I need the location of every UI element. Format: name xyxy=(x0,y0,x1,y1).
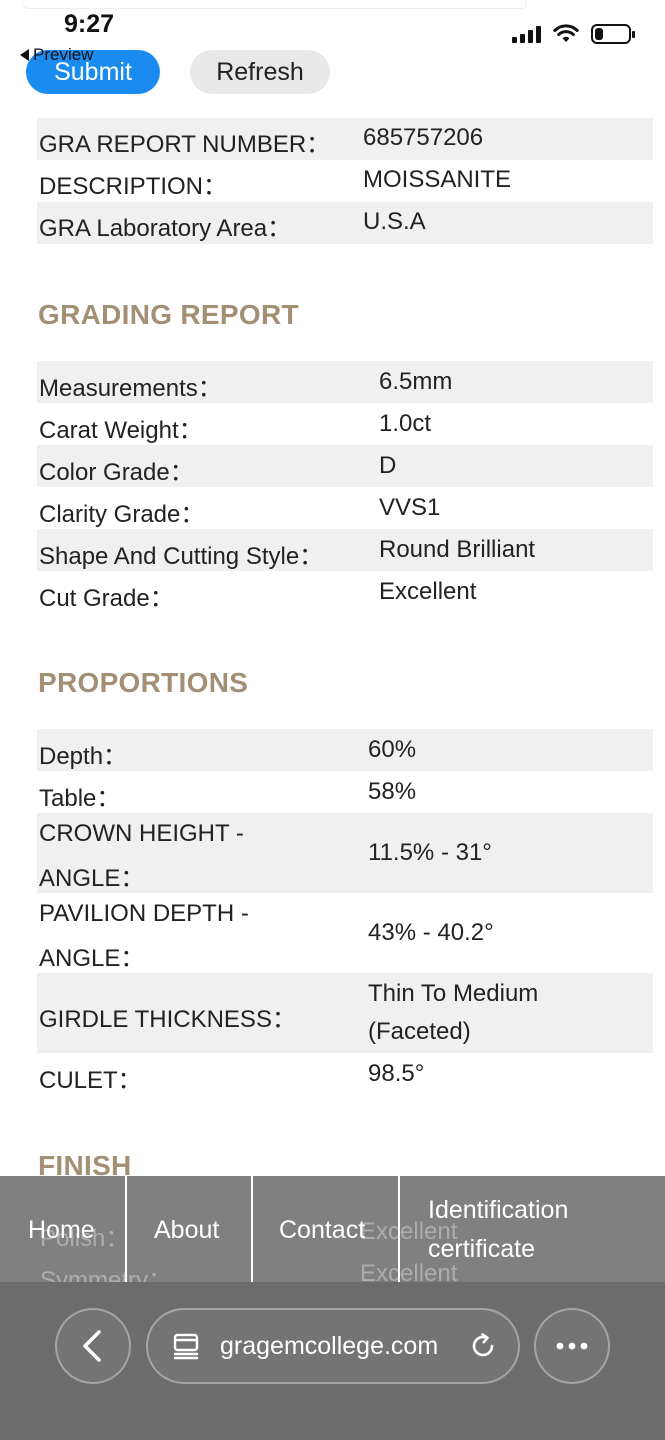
report-info-table: GRA REPORT NUMBER： 685757206 DESCRIPTION… xyxy=(37,118,653,244)
row-label: Color Grade： xyxy=(39,459,194,486)
grading-report-table: Measurements： 6.5mm Carat Weight： 1.0ct … xyxy=(37,361,653,613)
nav-home-label: Home xyxy=(28,1216,95,1244)
status-bar: 9:27 xyxy=(0,0,665,50)
row-value: 43% - 40.2° xyxy=(368,919,494,946)
refresh-button[interactable]: Refresh xyxy=(190,50,330,94)
row-value: 58% xyxy=(368,778,417,805)
nav-about-link[interactable]: About xyxy=(154,1176,250,1282)
browser-more-button[interactable] xyxy=(534,1308,610,1384)
tab-overview-icon xyxy=(173,1333,199,1360)
chevron-left-icon xyxy=(83,1330,101,1362)
grading-report-title: GRADING REPORT xyxy=(38,299,299,330)
table-row: CROWN HEIGHT - ANGLE： 11.5% - 31° xyxy=(37,813,653,893)
row-value: U.S.A xyxy=(363,208,426,235)
row-value: 6.5mm xyxy=(379,368,453,395)
row-label: CULET： xyxy=(39,1067,142,1094)
table-row: Carat Weight： 1.0ct xyxy=(37,403,653,445)
row-label-line1: PAVILION DEPTH - xyxy=(39,900,249,927)
status-time: 9:27 xyxy=(64,10,115,38)
row-label: Carat Weight： xyxy=(39,417,203,444)
row-label: Clarity Grade： xyxy=(39,501,205,528)
battery-level xyxy=(595,28,603,40)
row-value: 60% xyxy=(368,736,417,763)
proportions-title: PROPORTIONS xyxy=(38,667,249,698)
reload-icon[interactable] xyxy=(468,1331,498,1361)
nav-divider xyxy=(398,1176,400,1282)
table-row: Cut Grade： Excellent xyxy=(37,571,653,613)
table-row: CULET： 98.5° xyxy=(37,1053,653,1095)
table-row: Depth： 60% xyxy=(37,729,653,771)
row-value: 11.5% - 31° xyxy=(368,839,492,866)
proportions-table: Depth： 60% Table： 58% CROWN HEIGHT - ANG… xyxy=(37,729,653,1095)
cellular-signal-icon xyxy=(512,25,541,43)
nav-contact-link[interactable]: Contact xyxy=(279,1176,397,1282)
row-label: GRA REPORT NUMBER： xyxy=(39,131,331,158)
site-bottom-nav: Polish： Excellent Symmetry： Excellent Ho… xyxy=(0,1176,665,1294)
table-row: Table： 58% xyxy=(37,771,653,813)
row-label: DESCRIPTION： xyxy=(39,173,228,200)
more-dots-icon xyxy=(556,1342,588,1350)
table-row: Measurements： 6.5mm xyxy=(37,361,653,403)
row-value: 98.5° xyxy=(368,1060,425,1087)
browser-toolbar: gragemcollege.com xyxy=(0,1282,665,1440)
table-row: Shape And Cutting Style： Round Brilliant xyxy=(37,529,653,571)
row-value: Excellent xyxy=(379,578,477,605)
status-icons xyxy=(512,24,635,44)
nav-home-link[interactable]: Home xyxy=(28,1176,124,1282)
preview-label: Preview xyxy=(33,45,94,64)
nav-divider xyxy=(125,1176,127,1282)
preview-back-link[interactable]: Preview xyxy=(20,45,93,65)
row-value: D xyxy=(379,452,397,479)
nav-identification-label-line2: certificate xyxy=(428,1235,535,1263)
row-label: Measurements： xyxy=(39,375,222,402)
nav-identification-link[interactable]: Identification certificate xyxy=(428,1176,648,1282)
wifi-icon xyxy=(553,24,579,42)
row-value-line1: Thin To Medium xyxy=(368,980,539,1007)
table-row: Color Grade： D xyxy=(37,445,653,487)
row-label: Cut Grade： xyxy=(39,585,174,612)
row-label-line2: ANGLE： xyxy=(39,865,145,892)
row-label: GIRDLE THICKNESS： xyxy=(39,1006,296,1033)
table-row: GRA Laboratory Area： U.S.A xyxy=(37,202,653,244)
row-label: GRA Laboratory Area： xyxy=(39,215,292,242)
row-label-line1: CROWN HEIGHT - xyxy=(39,820,244,847)
address-bar[interactable]: gragemcollege.com xyxy=(146,1308,520,1384)
table-row: Clarity Grade： VVS1 xyxy=(37,487,653,529)
table-row: GRA REPORT NUMBER： 685757206 xyxy=(37,118,653,160)
nav-contact-label: Contact xyxy=(279,1216,366,1244)
row-label-line2: ANGLE： xyxy=(39,945,145,972)
battery-icon xyxy=(591,24,635,44)
table-row: PAVILION DEPTH - ANGLE： 43% - 40.2° xyxy=(37,893,653,973)
top-edge-divider xyxy=(22,0,527,9)
row-value-line2: (Faceted) xyxy=(368,1018,471,1045)
row-value: MOISSANITE xyxy=(363,166,512,193)
row-value: 685757206 xyxy=(363,124,484,151)
table-row: GIRDLE THICKNESS： Thin To Medium (Facete… xyxy=(37,973,653,1053)
nav-divider xyxy=(251,1176,253,1282)
table-row: DESCRIPTION： MOISSANITE xyxy=(37,160,653,202)
row-label: Depth： xyxy=(39,743,128,770)
back-triangle-icon xyxy=(20,49,29,61)
browser-back-button[interactable] xyxy=(55,1308,131,1384)
row-value: 1.0ct xyxy=(379,410,432,437)
row-label: Shape And Cutting Style： xyxy=(39,543,324,570)
nav-about-label: About xyxy=(154,1216,220,1244)
row-value: VVS1 xyxy=(379,494,441,521)
row-label: Table： xyxy=(39,785,121,812)
nav-identification-label-line1: Identification xyxy=(428,1196,569,1224)
row-value: Round Brilliant xyxy=(379,536,536,563)
url-text: gragemcollege.com xyxy=(220,1332,439,1360)
